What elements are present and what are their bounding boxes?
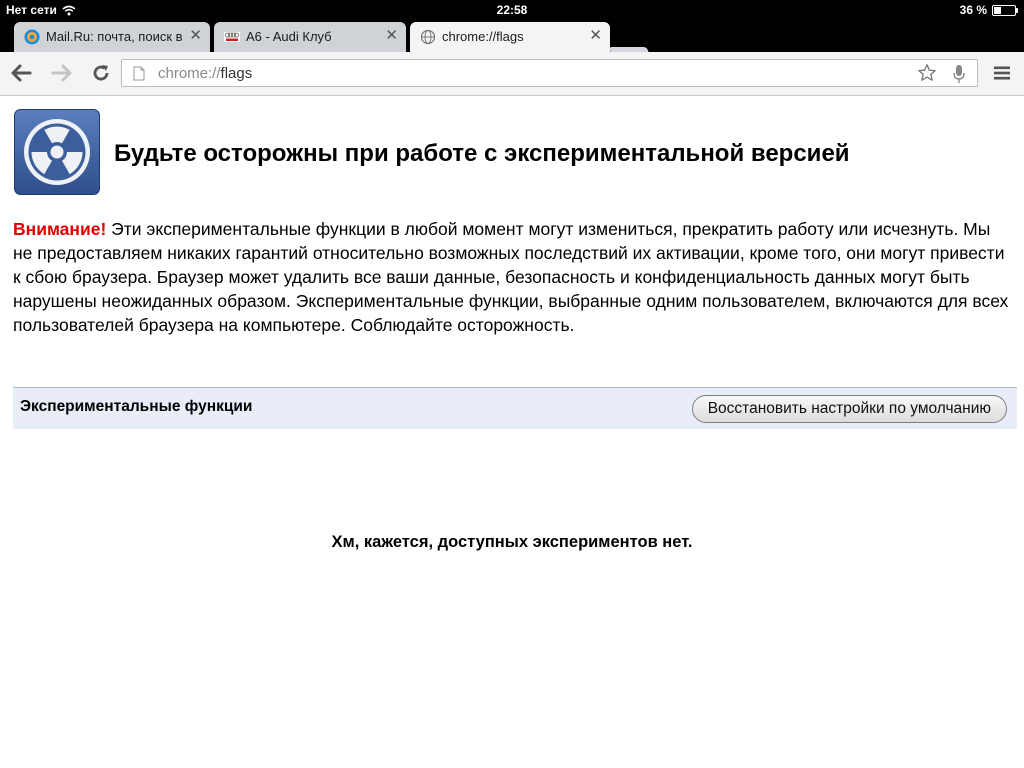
page-title: Будьте осторожны при работе с эксперимен…	[114, 140, 850, 167]
globe-icon	[420, 29, 436, 45]
tab-strip: Mail.Ru: почта, поиск в и ✕ A6 - Audi Кл…	[0, 20, 1024, 65]
back-arrow-icon	[11, 64, 32, 82]
page-icon	[133, 66, 145, 81]
close-icon[interactable]: ✕	[189, 28, 202, 44]
close-icon[interactable]: ✕	[385, 28, 398, 44]
tab-title: A6 - Audi Клуб	[246, 29, 332, 44]
tab-audi-club[interactable]: A6 - Audi Клуб ✕	[214, 22, 406, 52]
section-title: Экспериментальные функции	[20, 398, 253, 415]
battery-fill	[994, 6, 1001, 14]
audi-club-favicon	[224, 32, 240, 42]
close-icon[interactable]: ✕	[589, 28, 602, 44]
bookmark-star-icon[interactable]	[917, 63, 937, 83]
menu-button[interactable]	[989, 60, 1015, 86]
microphone-icon[interactable]	[953, 64, 965, 84]
warning-paragraph: Внимание! Эти экспериментальные функции …	[13, 217, 1013, 337]
menu-icon	[994, 66, 1010, 80]
battery-indicator: 36 %	[959, 3, 1018, 17]
status-bar: Нет сети 22:58 36 %	[0, 0, 1024, 20]
radiation-warning-icon	[14, 109, 100, 195]
warning-label: Внимание!	[13, 219, 107, 239]
forward-arrow-icon	[51, 64, 72, 82]
tab-mailru[interactable]: Mail.Ru: почта, поиск в и ✕	[14, 22, 210, 52]
warning-body: Эти экспериментальные функции в любой мо…	[13, 219, 1009, 335]
url-text: chrome://flags	[158, 65, 252, 82]
battery-icon	[992, 4, 1018, 16]
mailru-favicon	[24, 29, 40, 45]
browser-toolbar: chrome://flags	[0, 52, 1024, 96]
tab-title: chrome://flags	[442, 29, 524, 44]
reload-button[interactable]	[88, 60, 114, 86]
back-button[interactable]	[8, 60, 34, 86]
tab-title: Mail.Ru: почта, поиск в и	[46, 29, 186, 44]
experiments-section-header: Экспериментальные функции Восстановить н…	[13, 387, 1017, 429]
reset-all-button[interactable]: Восстановить настройки по умолчанию	[691, 395, 1007, 423]
reload-icon	[93, 65, 109, 81]
forward-button[interactable]	[49, 60, 75, 86]
empty-state-message: Хм, кажется, доступных экспериментов нет…	[331, 533, 693, 551]
clock: 22:58	[496, 3, 528, 17]
url-path: flags	[220, 65, 253, 82]
page-content: Будьте осторожны при работе с эксперимен…	[0, 96, 1024, 768]
battery-percent: 36 %	[959, 3, 987, 17]
tab-chrome-flags[interactable]: chrome://flags ✕	[410, 22, 610, 52]
address-bar[interactable]: chrome://flags	[121, 59, 978, 87]
url-scheme: chrome://	[158, 65, 221, 82]
